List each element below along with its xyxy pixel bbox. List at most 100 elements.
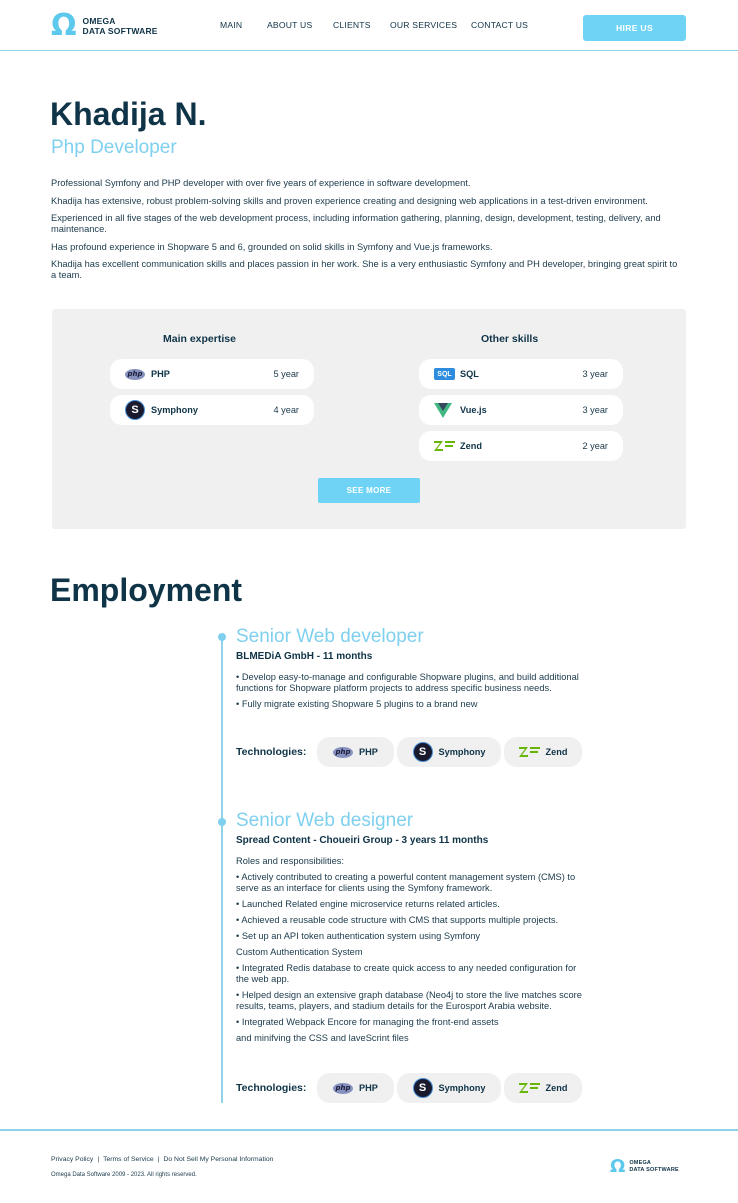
tech-name: PHP [359, 747, 378, 757]
job-detail: • Achieved a reusable code structure wit… [236, 915, 559, 925]
skill-years: 3 year [582, 369, 608, 379]
tech-chip-php: php PHP [317, 737, 394, 767]
job-detail: • Develop easy-to-manage and configurabl… [236, 672, 579, 693]
skill-name: SQL [460, 369, 479, 379]
nav-about-us[interactable]: ABOUT US [267, 20, 333, 30]
privacy-policy-link[interactable]: Privacy Policy [51, 1156, 93, 1163]
sql-icon: SQL [434, 368, 455, 380]
brand-name: OMEGA DATA SOFTWARE [83, 16, 158, 36]
job-company: BLMEDiA GmbH - 11 months [236, 651, 373, 662]
job-detail: • Set up an API token authentication sys… [236, 931, 481, 941]
php-icon: php [333, 746, 354, 758]
job-description: • Develop easy-to-manage and configurabl… [236, 672, 586, 710]
brand-logo[interactable]: Ω OMEGA DATA SOFTWARE [51, 11, 158, 41]
brand-name: OMEGA DATA SOFTWARE [629, 1160, 679, 1174]
site-header: Ω OMEGA DATA SOFTWARE MAIN ABOUT US CLIE… [0, 0, 738, 51]
see-more-button[interactable]: SEE MORE [318, 478, 420, 503]
job-detail: Custom Authentication System [236, 947, 363, 957]
brand-line-1: OMEGA [629, 1160, 652, 1166]
footer-divider [0, 1129, 738, 1131]
job-description: Roles and responsibilities: • Actively c… [236, 856, 586, 1044]
job-title: Senior Web developer [236, 626, 424, 647]
main-nav: MAIN ABOUT US CLIENTS OUR SERVICES CONTA… [220, 20, 541, 30]
skill-pill-zend: Zend 2 year [419, 431, 623, 461]
zend-icon [518, 1083, 540, 1093]
hire-us-button[interactable]: HIRE US [583, 15, 686, 41]
job-detail: • Integrated Webpack Encore for managing… [236, 1017, 499, 1027]
symfony-icon: S [412, 742, 433, 762]
tech-name: Zend [545, 1083, 568, 1093]
skill-pill-sql: SQL SQL 3 year [419, 359, 623, 389]
skill-pill-php: php PHP 5 year [110, 359, 314, 389]
bio-paragraph: Khadija has excellent communication skil… [51, 259, 678, 280]
skill-pill-vue: Vue.js 3 year [419, 395, 623, 425]
job-detail: • Helped design an extensive graph datab… [236, 990, 582, 1011]
skill-years: 4 year [273, 405, 299, 415]
tech-name: PHP [359, 1083, 378, 1093]
timeline-dot [218, 818, 226, 826]
brand-line-2: DATA SOFTWARE [629, 1167, 679, 1173]
brand-line-1: OMEGA [82, 16, 116, 26]
profile-bio: Professional Symfony and PHP developer w… [51, 178, 683, 288]
omega-logo-icon: Ω [51, 8, 77, 43]
skill-name: Vue.js [460, 405, 487, 415]
bio-paragraph: Khadija has extensive, robust problem-so… [51, 195, 648, 206]
technologies-row: Technologies: php PHP S Symphony Zend [236, 737, 585, 767]
skill-pill-symphony: S Symphony 4 year [110, 395, 314, 425]
tech-name: Zend [545, 747, 568, 757]
php-icon: php [333, 1082, 354, 1094]
tech-name: Symphony [438, 1083, 486, 1093]
tech-chip-symphony: S Symphony [397, 737, 501, 767]
separator: | [97, 1156, 100, 1163]
zend-icon [434, 441, 456, 451]
job-detail: • Integrated Redis database to create qu… [236, 963, 577, 984]
job-company: Spread Content - Choueiri Group - 3 year… [236, 835, 489, 846]
main-expertise-heading: Main expertise [163, 333, 236, 345]
vue-icon [434, 402, 456, 418]
do-not-sell-link[interactable]: Do Not Sell My Personal Information [163, 1156, 273, 1163]
zend-icon [518, 747, 540, 757]
brand-line-2: DATA SOFTWARE [82, 26, 158, 36]
skill-name: PHP [151, 369, 170, 379]
skill-name: Symphony [151, 405, 198, 415]
bio-paragraph: Experienced in all five stages of the we… [51, 213, 661, 234]
bio-paragraph: Has profound experience in Shopware 5 an… [51, 241, 493, 252]
skills-panel: Main expertise Other skills php PHP 5 ye… [52, 309, 686, 529]
skill-years: 2 year [582, 441, 608, 451]
job-detail: • Fully migrate existing Shopware 5 plug… [236, 699, 478, 709]
separator: | [157, 1156, 160, 1163]
timeline-line [221, 636, 223, 1103]
technologies-label: Technologies: [236, 1082, 307, 1094]
nav-main[interactable]: MAIN [220, 20, 267, 30]
nav-our-services[interactable]: OUR SERVICES [390, 20, 471, 30]
omega-logo-icon: Ω [610, 1156, 626, 1177]
nav-clients[interactable]: CLIENTS [333, 20, 390, 30]
footer-links: Privacy Policy | Terms of Service | Do N… [51, 1156, 273, 1163]
other-skills-heading: Other skills [481, 333, 539, 345]
terms-of-service-link[interactable]: Terms of Service [103, 1156, 154, 1163]
footer-logo[interactable]: Ω OMEGA DATA SOFTWARE [610, 1158, 679, 1176]
bio-paragraph: Professional Symfony and PHP developer w… [51, 178, 471, 188]
job-entry: Senior Web developer BLMEDiA GmbH - 11 m… [236, 626, 586, 715]
job-detail: and minifving the CSS and laveScrint fil… [236, 1033, 409, 1043]
skill-years: 5 year [273, 369, 299, 379]
job-detail: • Actively contributed to creating a pow… [236, 872, 576, 893]
technologies-row: Technologies: php PHP S Symphony Zend [236, 1073, 585, 1103]
tech-name: Symphony [438, 747, 486, 757]
technologies-label: Technologies: [236, 746, 307, 758]
job-detail: • Launched Related engine microservice r… [236, 899, 500, 909]
timeline-dot [218, 633, 226, 641]
job-detail: Roles and responsibilities: [236, 856, 345, 866]
job-title: Senior Web designer [236, 810, 414, 831]
employment-heading: Employment [50, 572, 243, 608]
profile-role: Php Developer [51, 137, 177, 158]
skill-years: 3 year [582, 405, 608, 415]
nav-contact-us[interactable]: CONTACT US [471, 20, 541, 30]
tech-chip-symphony: S Symphony [397, 1073, 501, 1103]
tech-chip-php: php PHP [317, 1073, 394, 1103]
job-entry: Senior Web designer Spread Content - Cho… [236, 810, 586, 1049]
copyright-text: Omega Data Software 2009 - 2023. All rig… [51, 1172, 197, 1178]
php-icon: php [125, 368, 145, 380]
symfony-icon: S [412, 1078, 433, 1098]
tech-chip-zend: Zend [504, 1073, 582, 1103]
